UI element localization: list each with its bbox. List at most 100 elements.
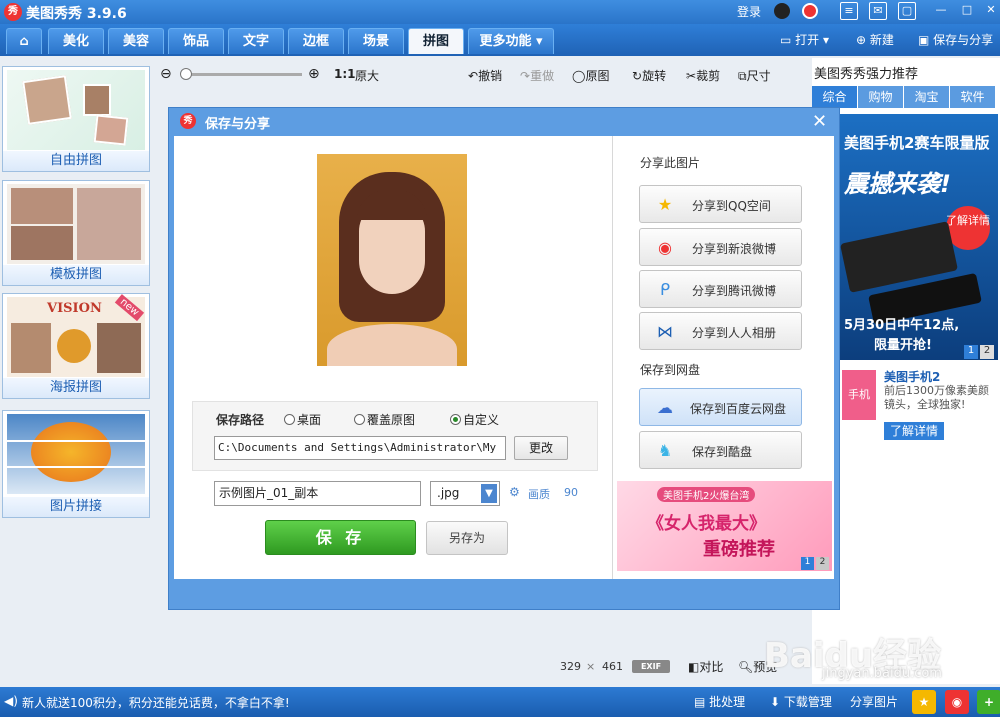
quality-label[interactable]: 画质 <box>528 486 550 502</box>
message-icon[interactable]: ✉ <box>869 2 887 20</box>
format-select[interactable]: .jpg ▼ <box>430 481 500 506</box>
rotate-button[interactable]: ↻旋转 <box>632 67 666 84</box>
undo-button[interactable]: ↶撤销 <box>468 67 502 84</box>
menu-icon[interactable]: ≡ <box>840 2 858 20</box>
ad-page-2[interactable]: 2 <box>980 345 994 359</box>
tab-frame[interactable]: 边框 <box>288 28 344 54</box>
tab-taobao[interactable]: 淘宝 <box>904 86 949 108</box>
share-sina-weibo-button[interactable]: ◉ 分享到新浪微博 <box>639 228 802 266</box>
ad2-detail-button[interactable]: 了解详情 <box>884 422 944 440</box>
template-collage-label: 模板拼图 <box>3 265 149 285</box>
ad-detail-badge[interactable]: 了解详情 <box>946 206 990 250</box>
banner-page-1[interactable]: 1 <box>801 557 814 570</box>
radio-overwrite-label: 覆盖原图 <box>367 413 416 427</box>
dialog-close-icon[interactable]: ✕ <box>812 111 827 132</box>
save-as-button[interactable]: 另存为 <box>426 521 508 555</box>
tab-beauty[interactable]: 美容 <box>108 28 164 54</box>
minimize-button[interactable]: — <box>932 2 950 20</box>
ad-date: 5月30日中午12点, <box>844 318 960 333</box>
open-label: 打开 <box>795 33 820 47</box>
rotate-label: 旋转 <box>642 69 667 83</box>
zoom-in-icon[interactable]: ⊕ <box>308 66 320 82</box>
tab-text[interactable]: 文字 <box>228 28 284 54</box>
maximize-button[interactable]: □ <box>958 2 976 20</box>
original-button[interactable]: ◯原图 <box>572 67 609 84</box>
zoom-out-icon[interactable]: ⊖ <box>160 66 172 82</box>
batch-button[interactable]: ▤ 批处理 <box>694 693 745 710</box>
tab-scene[interactable]: 场景 <box>348 28 404 54</box>
radio-icon <box>284 414 295 425</box>
app-title: 美图秀秀 3.9.6 <box>26 6 127 22</box>
ad2-thumbnail[interactable]: 手机 <box>842 370 876 420</box>
add-icon[interactable]: + <box>977 690 1000 714</box>
cloud-heading: 保存到网盘 <box>640 363 701 377</box>
status-message[interactable]: 新人就送100积分，积分还能兑话费，不拿白不拿! <box>22 694 290 711</box>
tab-general[interactable]: 综合 <box>812 86 857 108</box>
qq-icon[interactable] <box>774 3 790 19</box>
radio-custom[interactable]: 自定义 <box>450 411 499 428</box>
gear-icon[interactable]: ⚙ <box>509 485 520 499</box>
share-qzone-label: 分享到QQ空间 <box>692 199 771 213</box>
dialog-logo-icon: 秀 <box>180 113 196 129</box>
change-path-button[interactable]: 更改 <box>514 436 568 460</box>
plus-icon: ⊕ <box>856 33 867 47</box>
poster-collage-card[interactable]: VISION new 海报拼图 <box>2 293 150 399</box>
redo-button[interactable]: ↷重做 <box>520 67 554 84</box>
share-tencent-weibo-button[interactable]: ᑭ 分享到腾讯微博 <box>639 270 802 308</box>
free-collage-card[interactable]: 自由拼图 <box>2 66 150 172</box>
photo-thumb <box>11 188 73 224</box>
filename-input[interactable]: 示例图片_01_副本 <box>214 481 421 506</box>
save-baidu-cloud-button[interactable]: ☁ 保存到百度云网盘 <box>639 388 802 426</box>
radio-overwrite[interactable]: 覆盖原图 <box>354 411 415 428</box>
zoom-slider-handle[interactable] <box>180 68 192 80</box>
tab-beautify[interactable]: 美化 <box>48 28 104 54</box>
zoom-ratio[interactable]: 1:1 <box>334 67 356 81</box>
ad2-title[interactable]: 美图手机2 <box>884 368 940 385</box>
save-share-button[interactable]: ▣ 保存与分享 <box>918 31 993 48</box>
crop-button[interactable]: ✂裁剪 <box>686 67 720 84</box>
image-stitch-label: 图片拼接 <box>3 497 149 517</box>
save-button[interactable]: 保 存 <box>265 520 416 555</box>
tab-collage[interactable]: 拼图 <box>408 28 464 54</box>
ad-page-1[interactable]: 1 <box>964 345 978 359</box>
preview-icon: 🔍︎ <box>738 660 754 674</box>
new-button[interactable]: ⊕ 新建 <box>856 31 894 48</box>
banner-page-2[interactable]: 2 <box>816 557 829 570</box>
login-link[interactable]: 登录 <box>737 3 761 20</box>
share-image-button[interactable]: 分享图片 <box>850 693 898 710</box>
save-kupan-button[interactable]: ♞ 保存到酷盘 <box>639 431 802 469</box>
open-button[interactable]: ▭ 打开 ▾ <box>780 31 829 48</box>
radio-desktop-label: 桌面 <box>297 413 322 427</box>
resize-button[interactable]: ⧉尺寸 <box>738 67 771 84</box>
actual-size-button[interactable]: 原大 <box>355 67 379 84</box>
weibo-icon[interactable] <box>802 3 818 19</box>
exif-button[interactable]: EXIF <box>632 660 670 673</box>
photo-thumb <box>11 226 73 260</box>
share-qzone-button[interactable]: ★ 分享到QQ空间 <box>639 185 802 223</box>
tab-software[interactable]: 软件 <box>950 86 995 108</box>
tencent-weibo-icon: ᑭ <box>659 280 671 299</box>
close-button[interactable]: ✕ <box>982 2 1000 20</box>
image-height: 461 <box>602 660 623 673</box>
star-icon[interactable]: ★ <box>912 690 936 714</box>
tab-shopping[interactable]: 购物 <box>858 86 903 108</box>
home-tab[interactable]: ⌂ <box>6 28 42 54</box>
template-collage-card[interactable]: 模板拼图 <box>2 180 150 286</box>
save-share-label: 保存与分享 <box>933 33 994 47</box>
compare-button[interactable]: ◧对比 <box>688 658 723 675</box>
download-manager-button[interactable]: ⬇ 下载管理 <box>770 693 832 710</box>
save-baidu-cloud-label: 保存到百度云网盘 <box>690 402 787 416</box>
ad-banner-phone[interactable]: 美图手机2赛车限量版 震撼来袭! 了解详情 5月30日中午12点, 限量开抢! … <box>840 114 998 360</box>
image-stitch-card[interactable]: 图片拼接 <box>2 410 150 518</box>
tab-accessories[interactable]: 饰品 <box>168 28 224 54</box>
radio-desktop[interactable]: 桌面 <box>284 411 321 428</box>
weibo-icon[interactable]: ◉ <box>945 690 969 714</box>
tab-more[interactable]: 更多功能 ▾ <box>468 28 554 54</box>
path-input[interactable]: C:\Documents and Settings\Administrator\… <box>214 436 506 460</box>
dialog-banner-ad[interactable]: 美图手机2火爆台湾 《女人我最大》 重磅推荐 1 2 <box>617 481 832 571</box>
restore-icon[interactable]: ▢ <box>898 2 916 20</box>
quality-value: 90 <box>564 486 578 499</box>
share-heading: 分享此图片 <box>640 156 701 170</box>
zoom-slider[interactable] <box>182 73 302 76</box>
share-renren-button[interactable]: ⋈ 分享到人人相册 <box>639 312 802 350</box>
